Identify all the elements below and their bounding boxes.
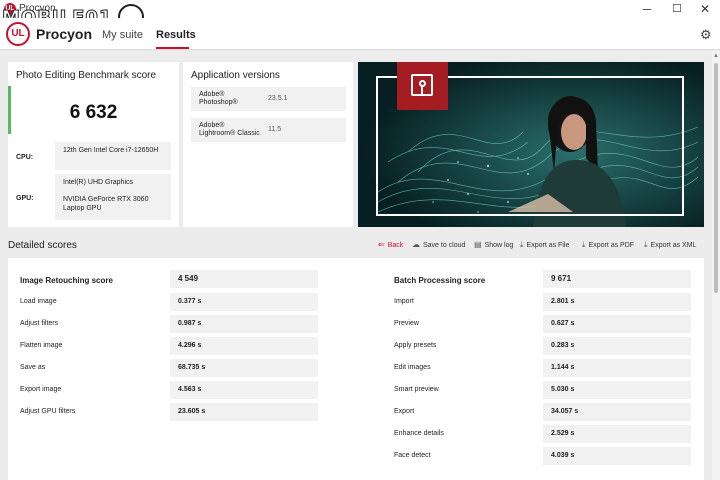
app-name: Adobe® Photoshop® [199, 91, 238, 106]
list-item-label: Adjust filters [20, 320, 59, 327]
app-name: Adobe® Lightroom® Classic [199, 122, 260, 137]
download-icon: ⤓ [582, 240, 586, 249]
arrow-left-icon: ⇐ [378, 240, 385, 249]
ul-logo: UL [6, 22, 30, 46]
export-as-pdf-button[interactable]: ⤓ Export as PDF [582, 240, 634, 250]
detailed-scores-panel: Image Retouching score 4 549 Load image … [8, 258, 704, 480]
list-item-label: Face detect [394, 452, 431, 459]
application-versions-card: Application versions Adobe® Photoshop® 2… [183, 62, 353, 227]
application-versions-title: Application versions [191, 70, 280, 81]
scroll-up-icon[interactable]: ▲ [712, 53, 720, 59]
list-item-value: 0.377 s [170, 293, 318, 311]
list-item-value: 68.735 s [170, 359, 318, 377]
title-bar: UL Procyon MOBILE01 ─ ☐ ✕ [0, 0, 720, 30]
list-item-label: Export [394, 408, 415, 415]
tab-my-suite[interactable]: My suite [102, 29, 143, 41]
list-item-value: 23.605 s [170, 403, 318, 421]
detailed-scores-title: Detailed scores [8, 240, 77, 251]
list-item-value: 34.057 s [543, 403, 691, 421]
photo-editing-icon [397, 62, 448, 110]
export-as-xml-button[interactable]: ⤓ Export as XML [644, 240, 696, 250]
list-item-value: 2.529 s [543, 425, 691, 443]
list-item-label: Apply presets [394, 342, 437, 349]
app-row-lightroom: Adobe® Lightroom® Classic 11.5 [191, 118, 346, 142]
save-to-cloud-button[interactable]: ☁ Save to cloud [412, 240, 465, 249]
list-item-label: Save as [20, 364, 46, 371]
gpu-value-integrated: Intel(R) UHD Graphics [63, 179, 134, 186]
list-item-label: Preview [394, 320, 419, 327]
download-icon: ⤓ [520, 240, 524, 249]
app-version: 11.5 [268, 126, 282, 133]
active-tab-indicator [156, 47, 189, 49]
scroll-thumb[interactable] [714, 63, 718, 293]
app-version: 23.5.1 [268, 95, 288, 102]
list-item-label: Edit images [394, 364, 431, 371]
list-item-label: Import [394, 298, 414, 305]
list-item-label: Adjust GPU filters [20, 408, 76, 415]
gpu-label: GPU: [16, 195, 34, 202]
cpu-label: CPU: [16, 154, 34, 161]
list-item-value: 4.296 s [170, 337, 318, 355]
list-item-label: Load image [20, 298, 57, 305]
list-item-value: 2.801 s [543, 293, 691, 311]
benchmark-score: 6 632 [69, 102, 118, 123]
scrollbar[interactable]: ▲ [712, 51, 720, 480]
list-item-value: 0.283 s [543, 337, 691, 355]
download-icon: ⤓ [644, 240, 648, 249]
brand-name: Procyon [36, 26, 93, 42]
gpu-value-discrete: NVIDIA GeForce RTX 3060 Laptop GPU [63, 196, 149, 212]
list-item-value: 0.987 s [170, 315, 318, 333]
list-item-label: Flatten image [20, 342, 63, 349]
list-item-label: Enhance details [394, 430, 444, 437]
cloud-icon: ☁ [412, 240, 420, 249]
back-button[interactable]: ⇐ Back [378, 240, 403, 249]
image-retouching-title: Image Retouching score [20, 276, 113, 285]
app-row-photoshop: Adobe® Photoshop® 23.5.1 [191, 87, 346, 111]
export-as-file-button[interactable]: ⤓ Export as File [520, 240, 569, 250]
list-item-value: 1.144 s [543, 359, 691, 377]
list-item-value: 4.039 s [543, 447, 691, 465]
list-item-value: 5.030 s [543, 381, 691, 399]
maximize-button[interactable]: ☐ [662, 0, 692, 18]
close-button[interactable]: ✕ [690, 0, 720, 18]
tab-results[interactable]: Results [156, 29, 196, 41]
list-item-value: 4.563 s [170, 381, 318, 399]
batch-processing-title: Batch Processing score [394, 276, 486, 285]
minimize-button[interactable]: ─ [632, 0, 662, 18]
score-card: Photo Editing Benchmark score 6 632 CPU:… [8, 62, 179, 227]
score-card-title: Photo Editing Benchmark score [16, 70, 157, 81]
batch-processing-score: 9 671 [543, 270, 691, 288]
list-item-label: Export image [20, 386, 62, 393]
image-retouching-score: 4 549 [170, 270, 318, 288]
list-item-label: Smart preview [394, 386, 439, 393]
nav-bar: UL Procyon My suite Results ⚙ [0, 18, 720, 50]
document-icon: ▤ [474, 240, 482, 249]
hero-image [358, 62, 704, 227]
gear-icon[interactable]: ⚙ [700, 27, 712, 43]
cpu-value: 12th Gen Intel Core i7-12650H [55, 142, 171, 170]
show-log-button[interactable]: ▤ Show log [474, 240, 513, 249]
gpu-value-box: Intel(R) UHD Graphics NVIDIA GeForce RTX… [55, 174, 171, 220]
list-item-value: 0.627 s [543, 315, 691, 333]
